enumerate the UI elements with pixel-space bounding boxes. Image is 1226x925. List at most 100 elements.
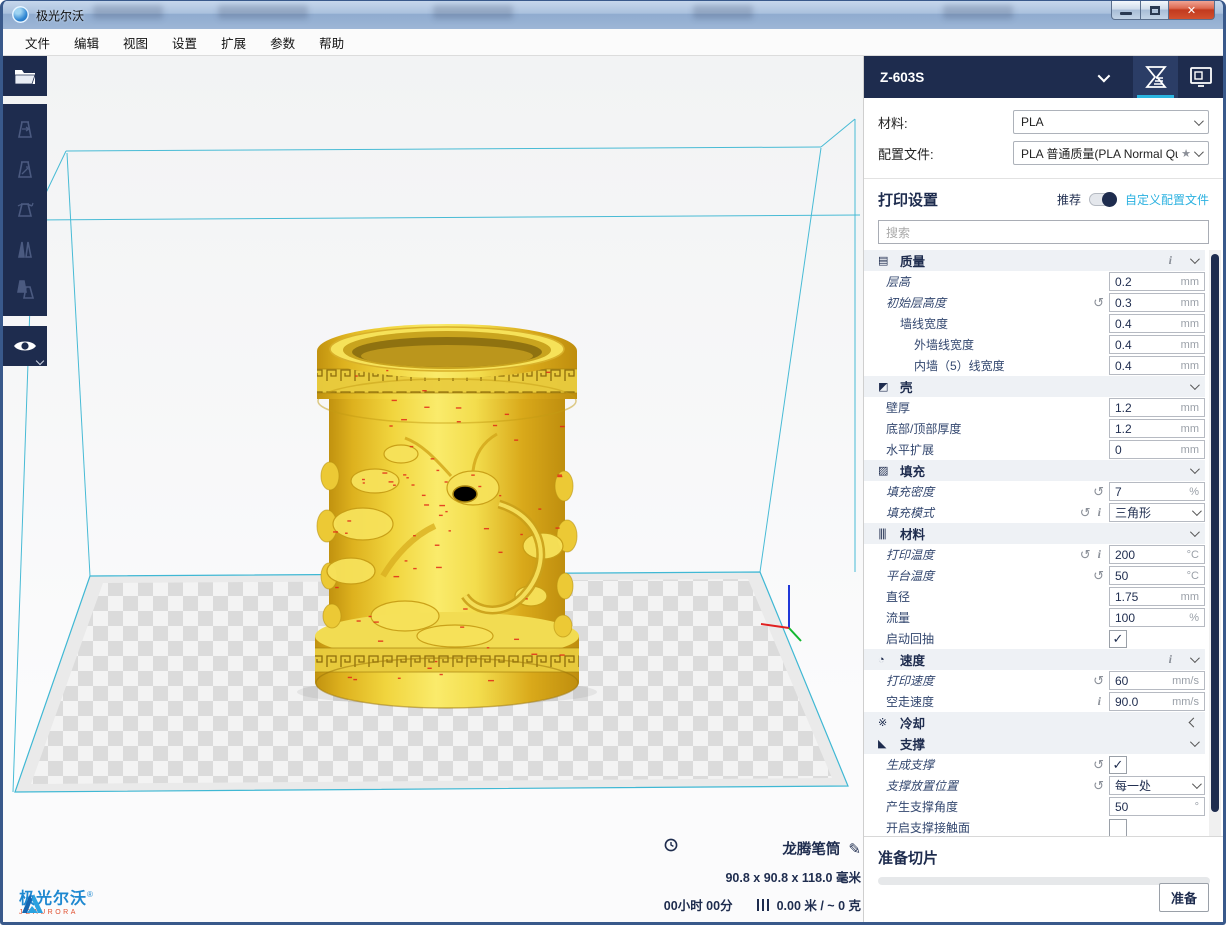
- setting-row: 水平扩展0mm: [864, 439, 1205, 460]
- rotate-tool-button[interactable]: [3, 190, 47, 230]
- scale-tool-icon: [13, 158, 37, 182]
- revert-icon[interactable]: ↺: [1093, 757, 1104, 773]
- settings-category-infill[interactable]: ▨填充: [864, 460, 1205, 481]
- maximize-button[interactable]: [1141, 1, 1169, 20]
- menu-item-3[interactable]: 设置: [162, 29, 207, 56]
- value-text: 0.3: [1115, 296, 1181, 310]
- setting-value-input[interactable]: 50°: [1109, 797, 1205, 816]
- setting-value-input[interactable]: 50°C: [1109, 566, 1205, 585]
- setting-value-input[interactable]: 1.2mm: [1109, 419, 1205, 438]
- revert-icon[interactable]: ↺: [1093, 484, 1104, 500]
- setting-row: 生成支撑↺✓: [864, 754, 1205, 775]
- settings-list[interactable]: ▤质量i层高0.2mm初始层高度↺0.3mm墙线宽度0.4mm外墙线宽度0.4m…: [864, 250, 1223, 850]
- setting-label: 墙线宽度: [882, 315, 948, 332]
- custom-profile-link[interactable]: 自定义配置文件: [1125, 191, 1209, 208]
- close-button[interactable]: ✕: [1169, 1, 1215, 20]
- info-icon[interactable]: i: [1096, 694, 1103, 709]
- setting-value-input[interactable]: 0.4mm: [1109, 356, 1205, 375]
- open-folder-icon: [13, 66, 37, 86]
- value-text: 90.0: [1115, 695, 1172, 709]
- setting-dropdown[interactable]: 三角形: [1109, 503, 1205, 522]
- info-icon[interactable]: i: [1096, 547, 1103, 562]
- info-icon[interactable]: i: [1167, 652, 1174, 667]
- open-file-button[interactable]: [3, 56, 47, 96]
- category-title: 速度: [900, 650, 925, 669]
- setting-value-input[interactable]: 200°C: [1109, 545, 1205, 564]
- settings-category-support[interactable]: ◣支撑: [864, 733, 1205, 754]
- move-tool-button[interactable]: [3, 110, 47, 150]
- eye-icon: [12, 337, 38, 355]
- menu-item-4[interactable]: 扩展: [211, 29, 256, 56]
- rename-pencil-icon[interactable]: ✎: [848, 840, 861, 858]
- revert-icon[interactable]: ↺: [1093, 295, 1104, 311]
- revert-icon[interactable]: ↺: [1093, 568, 1104, 584]
- setting-value-input[interactable]: 0.4mm: [1109, 335, 1205, 354]
- setting-value-input[interactable]: 90.0mm/s: [1109, 692, 1205, 711]
- title-bar[interactable]: 极光尔沃 ✕: [3, 1, 1223, 29]
- info-icon[interactable]: i: [1167, 253, 1174, 268]
- setting-row: 底部/顶部厚度1.2mm: [864, 418, 1205, 439]
- scale-tool-button[interactable]: [3, 150, 47, 190]
- revert-icon[interactable]: ↺: [1080, 505, 1091, 521]
- viewport-3d[interactable]: 龙腾笔筒 ✎ 90.8 x 90.8 x 118.0 毫米 00小时 00分 0…: [3, 56, 869, 922]
- app-window: 极光尔沃 ✕ 文件编辑视图设置扩展参数帮助: [0, 0, 1226, 925]
- prepare-button[interactable]: 准备: [1159, 883, 1209, 912]
- slice-layers-icon: [1145, 65, 1167, 89]
- setting-value-input[interactable]: 60mm/s: [1109, 671, 1205, 690]
- settings-panel: Z-603S 材料: PLA: [863, 56, 1223, 922]
- setting-label: 支撑放置位置: [882, 777, 958, 794]
- minimize-button[interactable]: [1111, 1, 1141, 20]
- machine-selector-bar[interactable]: Z-603S: [864, 56, 1223, 98]
- settings-category-quality[interactable]: ▤质量i: [864, 250, 1205, 271]
- settings-category-cooling[interactable]: ※冷却: [864, 712, 1205, 733]
- revert-icon[interactable]: ↺: [1093, 673, 1104, 689]
- setting-value-input[interactable]: 1.75mm: [1109, 587, 1205, 606]
- material-dropdown[interactable]: PLA: [1013, 110, 1209, 134]
- settings-category-shell[interactable]: ◩壳: [864, 376, 1205, 397]
- setting-value-input[interactable]: 0.2mm: [1109, 272, 1205, 291]
- model-dragon-pen-holder[interactable]: [297, 324, 597, 708]
- setting-value-input[interactable]: 0.4mm: [1109, 314, 1205, 333]
- unit-label: mm: [1181, 444, 1199, 456]
- settings-category-speed[interactable]: ◔速度i: [864, 649, 1205, 670]
- setting-value-input[interactable]: 1.2mm: [1109, 398, 1205, 417]
- glass-reflection: [93, 5, 163, 19]
- value-text: 50: [1115, 800, 1195, 814]
- unit-label: mm: [1181, 276, 1199, 288]
- tab-monitor[interactable]: [1178, 56, 1223, 98]
- tab-prepare-slice[interactable]: [1133, 56, 1178, 98]
- prepare-block: 准备切片 准备: [864, 836, 1223, 922]
- menu-item-2[interactable]: 视图: [113, 29, 158, 56]
- setting-value-input[interactable]: 0mm: [1109, 440, 1205, 459]
- unit-label: mm: [1181, 360, 1199, 372]
- per-model-settings-button[interactable]: [3, 270, 47, 310]
- setting-value-input[interactable]: 7%: [1109, 482, 1205, 501]
- revert-icon[interactable]: ↺: [1080, 547, 1091, 563]
- menu-item-1[interactable]: 编辑: [64, 29, 109, 56]
- glass-reflection: [218, 5, 308, 19]
- settings-category-material[interactable]: ∥∥材料: [864, 523, 1205, 544]
- setting-dropdown[interactable]: 每一处: [1109, 776, 1205, 795]
- setting-checkbox[interactable]: ✓: [1109, 630, 1127, 648]
- menu-item-5[interactable]: 参数: [260, 29, 305, 56]
- setting-checkbox[interactable]: [1109, 819, 1127, 837]
- setting-row: 壁厚1.2mm: [864, 397, 1205, 418]
- setting-value-input[interactable]: 0.3mm: [1109, 293, 1205, 312]
- setting-row: 打印温度↺i200°C: [864, 544, 1205, 565]
- menu-item-6[interactable]: 帮助: [309, 29, 354, 56]
- setting-checkbox[interactable]: ✓: [1109, 756, 1127, 774]
- revert-icon[interactable]: ↺: [1093, 778, 1104, 794]
- settings-scrollbar[interactable]: [1209, 250, 1221, 850]
- settings-search-input[interactable]: 搜索: [878, 220, 1209, 244]
- menu-item-0[interactable]: 文件: [15, 29, 60, 56]
- dropdown-value: 每一处: [1115, 777, 1192, 794]
- info-icon[interactable]: i: [1096, 505, 1103, 520]
- setting-label: 产生支撑角度: [882, 798, 958, 815]
- move-tool-icon: [13, 118, 37, 142]
- recommended-custom-toggle[interactable]: [1089, 193, 1117, 206]
- mirror-tool-button[interactable]: [3, 230, 47, 270]
- profile-dropdown[interactable]: PLA 普通质量(PLA Normal Qua ★: [1013, 141, 1209, 165]
- setting-value-input[interactable]: 100%: [1109, 608, 1205, 627]
- scrollbar-thumb[interactable]: [1211, 254, 1219, 812]
- value-text: 0.4: [1115, 338, 1181, 352]
